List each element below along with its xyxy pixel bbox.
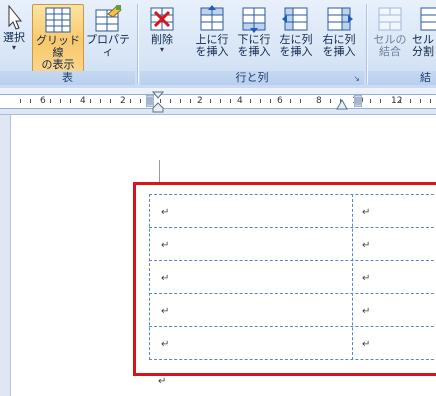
ruler-number: 4 bbox=[237, 96, 243, 106]
insert-row-below-icon bbox=[242, 7, 266, 33]
ruler-tick bbox=[30, 99, 31, 103]
ruler-tick bbox=[230, 99, 231, 103]
ruler-tick bbox=[20, 99, 21, 103]
insert-row-above-icon bbox=[200, 5, 224, 31]
cursor-arrow-icon bbox=[8, 4, 23, 30]
group-rows-columns: 削除 ▾ 上に行 を挿入 下に行 を挿入 左に列 を挿入 右に列 を挿入 行と列… bbox=[140, 2, 364, 86]
table-grid-icon bbox=[45, 7, 71, 33]
ruler-tick bbox=[180, 99, 181, 103]
group-rows-columns-label: 行と列 bbox=[140, 71, 364, 85]
ruler-tick bbox=[300, 99, 301, 103]
ruler-tick bbox=[330, 99, 331, 103]
view-gridlines-button[interactable]: グリッド線 の表示 bbox=[32, 4, 84, 72]
ruler-number: 8 bbox=[316, 96, 322, 106]
ruler-tick bbox=[290, 99, 291, 103]
ruler-tick bbox=[70, 99, 71, 103]
ruler-tick bbox=[170, 99, 171, 103]
highlight-frame bbox=[133, 182, 436, 376]
insert-row-below-button[interactable]: 下に行 を挿入 bbox=[234, 4, 274, 58]
ruler-track: 6 4 2 2 4 6 8 10 12 bbox=[0, 94, 436, 109]
horizontal-ruler[interactable]: 6 4 2 2 4 6 8 10 12 bbox=[0, 88, 436, 115]
ruler-tick bbox=[250, 99, 251, 103]
group-table-label: 表 bbox=[0, 71, 135, 85]
ruler-tick bbox=[110, 99, 111, 103]
ruler-number: 2 bbox=[120, 96, 126, 106]
right-indent-marker-icon[interactable] bbox=[336, 98, 348, 110]
ruler-tick bbox=[370, 99, 371, 103]
ruler-number: 6 bbox=[277, 96, 283, 106]
group-merge: セルの 結合 セル 分割 結合 bbox=[368, 2, 436, 86]
ruler-tick bbox=[260, 99, 261, 103]
insert-column-left-icon bbox=[282, 7, 308, 31]
ruler-tick bbox=[100, 99, 101, 103]
group-separator bbox=[366, 4, 367, 84]
ruler-tick bbox=[210, 99, 211, 103]
insert-row-above-button[interactable]: 上に行 を挿入 bbox=[192, 4, 232, 58]
ruler-tick bbox=[90, 99, 91, 103]
select-button[interactable]: 選択 ▾ bbox=[0, 4, 28, 52]
insert-column-right-button[interactable]: 右に列 を挿入 bbox=[318, 4, 360, 58]
properties-button[interactable]: プロパティ bbox=[84, 4, 132, 58]
dialog-launcher-icon[interactable]: ↘ bbox=[353, 74, 360, 83]
ruler-tick bbox=[410, 99, 411, 103]
ruler-tick bbox=[60, 99, 61, 103]
column-marker-icon[interactable] bbox=[354, 95, 362, 107]
delete-dropdown-icon[interactable]: ▾ bbox=[142, 46, 182, 54]
table-properties-icon bbox=[95, 5, 122, 32]
ruler-tick bbox=[50, 99, 51, 103]
ruler-tick bbox=[220, 99, 221, 103]
insert-row-above-label: 上に行 を挿入 bbox=[195, 33, 229, 58]
ruler-number: 4 bbox=[80, 96, 86, 106]
ruler-number: 6 bbox=[40, 96, 46, 106]
gridlines-label: グリッド線 の表示 bbox=[36, 34, 80, 71]
crop-mark bbox=[159, 160, 160, 184]
ruler-number: 2 bbox=[197, 96, 203, 106]
ruler-tick bbox=[430, 99, 431, 103]
merge-cells-label: セルの 結合 bbox=[373, 33, 407, 58]
column-marker-icon[interactable] bbox=[146, 95, 154, 107]
insert-column-left-label: 左に列 を挿入 bbox=[279, 33, 313, 58]
properties-label: プロパティ bbox=[86, 33, 130, 58]
insert-column-left-button[interactable]: 左に列 を挿入 bbox=[276, 4, 316, 58]
merge-cells-button[interactable]: セルの 結合 bbox=[370, 4, 410, 58]
ruler-tick bbox=[400, 99, 401, 103]
document-margin-strip bbox=[0, 115, 11, 396]
insert-column-right-icon bbox=[327, 7, 353, 31]
select-dropdown-icon[interactable]: ▾ bbox=[0, 44, 28, 52]
ruler-tick bbox=[380, 99, 381, 103]
delete-table-icon bbox=[150, 7, 174, 31]
insert-column-right-label: 右に列 を挿入 bbox=[322, 33, 356, 58]
ruler-tick bbox=[270, 99, 271, 103]
ruler-tick bbox=[130, 99, 131, 103]
group-table: 選択 ▾ グリッド線 の表示 プロパティ 表 bbox=[0, 2, 135, 86]
insert-row-below-label: 下に行 を挿入 bbox=[237, 33, 271, 58]
paragraph-mark[interactable]: ↵ bbox=[158, 376, 166, 387]
split-cells-label: セル 分割 bbox=[412, 33, 434, 58]
split-cells-icon bbox=[420, 7, 436, 31]
ribbon: 選択 ▾ グリッド線 の表示 プロパティ 表 削除 ▾ 上に行 を挿入 下に行 … bbox=[0, 0, 436, 89]
ruler-tick bbox=[140, 99, 141, 103]
merge-cells-icon bbox=[378, 7, 402, 31]
group-merge-label: 結合 bbox=[368, 71, 436, 86]
delete-button[interactable]: 削除 ▾ bbox=[142, 4, 182, 54]
ruler-tick bbox=[420, 99, 421, 103]
split-cells-button[interactable]: セル 分割 bbox=[412, 4, 436, 58]
group-separator bbox=[137, 4, 138, 84]
ruler-tick bbox=[190, 99, 191, 103]
